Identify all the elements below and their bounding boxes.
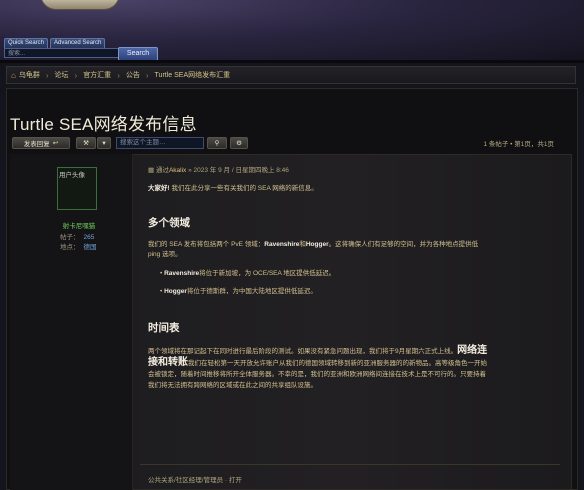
post-username[interactable]: 射卡尼嘿猫 <box>56 220 102 230</box>
header-divider <box>0 60 584 63</box>
home-icon: ⌂ <box>11 70 16 80</box>
user-stat-posts: 帖子： 265 <box>60 231 94 241</box>
para-text: ping 选项。 <box>148 250 182 258</box>
list-item: • Hogger将位于德斯群，为中国大陆地区提供低延迟。 <box>160 288 317 295</box>
gear-icon: ⚙ <box>236 140 242 147</box>
breadcrumb-item[interactable]: 论坛 <box>55 70 69 80</box>
user-stat-location: 地点： 德国 <box>60 241 97 251</box>
intro-text: 我们在此分享一些有关我们的 SEA 网络的新信息。 <box>169 185 318 192</box>
tab-quick-search[interactable]: Quick Search <box>4 38 49 48</box>
breadcrumb-item[interactable]: Turtle SEA网络发布汇重 <box>155 70 231 80</box>
section-heading: 多个领域 <box>148 217 190 229</box>
tools-dropdown[interactable]: ▾ <box>97 137 111 149</box>
topic-search-button[interactable]: ⚲ <box>207 137 227 149</box>
para-text: 我们的 SEA 发布将包括两个 PvE 领域： <box>148 241 265 248</box>
page-title: Turtle SEA网络发布信息 <box>10 115 197 134</box>
pagination-info: 1 条帖子 • 第1页，共1页 <box>483 141 554 148</box>
meta-prefix: 通过 <box>155 167 169 174</box>
tab-advanced-search[interactable]: Advanced Search <box>50 38 106 48</box>
intro-bold: 大家好! <box>148 185 170 192</box>
para-bold: Ravenshire <box>264 241 300 248</box>
post-intro: 大家好! 我们在此分享一些有关我们的 SEA 网络的新信息。 <box>148 184 548 194</box>
para-highlight: 接和转账 <box>148 357 188 368</box>
para-text: 会被锁定，随着时间推移将所开全体服务器。不幸的是，我们的亚洲和欧洲网络间连接在技… <box>148 371 486 378</box>
para-text: 我们将无法拥有跨网络的区域或在此之间的共享组队设施。 <box>148 382 317 389</box>
bullet-text: 将位于新加坡，为 OCE/SEA 地区提供低延迟。 <box>199 270 336 277</box>
post-divider <box>140 464 560 465</box>
para-text: 两个领域将在那记起下在同时进行最后阶段的测试。如果没有紧急问题出现，我们将于9月… <box>148 348 458 355</box>
reply-button[interactable]: 发表回复 ↩ <box>12 137 70 149</box>
post-author[interactable]: Akalix <box>169 167 186 174</box>
chevron-right-icon: › <box>145 70 149 80</box>
bullet-bold: Hogger <box>164 288 187 295</box>
breadcrumb-item[interactable]: 乌龟群 <box>19 70 40 80</box>
search-button[interactable]: Search <box>118 47 158 61</box>
breadcrumb: ⌂ 乌龟群 › 论坛 › 官方汇重 › 公告 › Turtle SEA网络发布汇… <box>6 66 576 84</box>
para-highlight: 网络连 <box>457 345 488 356</box>
reply-button-label: 发表回复 <box>23 141 50 148</box>
tools-button[interactable]: ⚒ <box>76 137 96 149</box>
breadcrumb-item[interactable]: 公告 <box>126 70 140 80</box>
section-paragraph: 我们的 SEA 发布将包括两个 PvE 领域：Ravenshire和Hogger… <box>148 240 548 259</box>
post-date: » 2023 年 9 月 / 日星期四晚上 8:46 <box>188 167 289 174</box>
search-tabs: Quick Search Advanced Search <box>4 38 106 48</box>
stat-label: 帖子： <box>60 234 80 241</box>
section-heading: 时间表 <box>148 322 180 334</box>
avatar-alt-text: 用户头像 <box>59 172 85 179</box>
timeline-paragraph: 两个领域将在那记起下在同时进行最后阶段的测试。如果没有紧急问题出现，我们将于9月… <box>148 345 556 391</box>
stat-value: 德国 <box>83 244 97 251</box>
topic-search-input[interactable]: 搜索这个主题… <box>116 137 204 149</box>
reply-icon: ↩ <box>52 140 59 147</box>
list-item: • Ravenshire将位于新加坡，为 OCE/SEA 地区提供低延迟。 <box>160 270 336 277</box>
breadcrumb-item[interactable]: 官方汇重 <box>83 70 111 80</box>
para-text: 我们在轻松第一天开放允许账户从我们的德国领域转移到新的亚洲服务器的的新物品。高等… <box>188 360 487 367</box>
post-meta: ▦ 通过Akalix » 2023 年 9 月 / 日星期四晚上 8:46 <box>148 164 289 174</box>
chevron-down-icon: ▾ <box>102 140 106 147</box>
stat-value[interactable]: 265 <box>84 234 95 241</box>
para-bold: Hogger <box>305 241 329 248</box>
chevron-right-icon: › <box>117 70 120 80</box>
stat-label: 地点： <box>60 244 80 251</box>
search-icon: ⚲ <box>214 140 220 147</box>
advanced-search-button[interactable]: ⚙ <box>230 137 248 149</box>
wrench-icon: ⚒ <box>83 140 89 147</box>
site-logo[interactable] <box>40 0 120 10</box>
signature-link[interactable]: 公共关系/社区经理/管理员 · 打开 <box>148 474 242 484</box>
para-text: 。这将确保人们有足够的空间，并为各种地点提供低 <box>328 241 479 248</box>
bullet-text: 将位于德斯群，为中国大陆地区提供低延迟。 <box>186 288 317 295</box>
chevron-right-icon: › <box>45 70 49 80</box>
chevron-right-icon: › <box>74 70 78 80</box>
bullet-bold: Ravenshire <box>164 270 200 277</box>
post-icon: ▦ <box>148 167 156 174</box>
